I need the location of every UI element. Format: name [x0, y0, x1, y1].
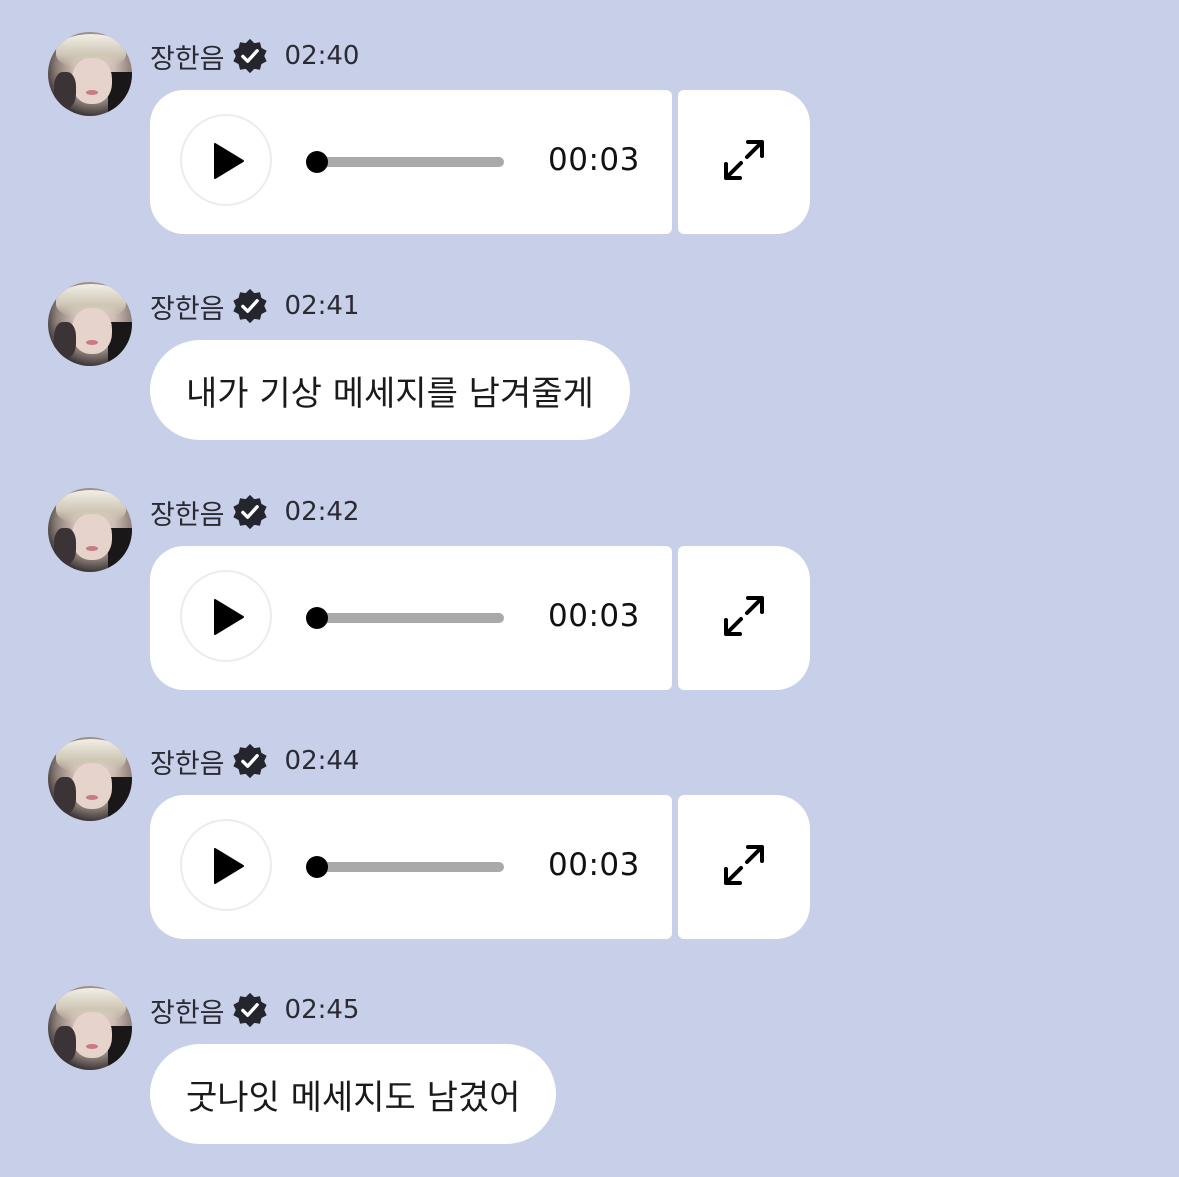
- verified-badge-icon: [232, 38, 267, 74]
- message-header: 장한음 02:44: [150, 741, 359, 781]
- message-header: 장한음 02:45: [150, 990, 359, 1030]
- expand-button[interactable]: [678, 546, 810, 690]
- expand-icon: [724, 596, 764, 636]
- audio-progress-track[interactable]: [308, 157, 504, 167]
- avatar[interactable]: [48, 32, 132, 116]
- avatar[interactable]: [48, 737, 132, 821]
- sender-name: 장한음: [150, 748, 225, 780]
- sender-name: 장한음: [150, 43, 225, 75]
- message-time: 02:42: [284, 497, 360, 527]
- play-icon: [214, 848, 244, 884]
- expand-icon: [724, 140, 764, 180]
- play-button[interactable]: [180, 114, 272, 206]
- message-header: 장한음 02:42: [150, 492, 359, 532]
- verified-badge-icon: [232, 743, 267, 779]
- audio-progress-track[interactable]: [308, 862, 504, 872]
- expand-icon: [724, 845, 764, 885]
- avatar[interactable]: [48, 488, 132, 572]
- audio-player: 00:03: [150, 546, 672, 690]
- message-audio: 장한음 02:44 00:03: [0, 737, 1179, 947]
- message-time: 02:44: [284, 746, 360, 776]
- audio-progress-knob[interactable]: [306, 151, 328, 173]
- message-bubble[interactable]: 내가 기상 메세지를 남겨줄게: [150, 340, 630, 440]
- message-time: 02:40: [284, 41, 360, 71]
- message-audio: 장한음 02:42 00:03: [0, 488, 1179, 698]
- play-button[interactable]: [180, 570, 272, 662]
- message-bubble[interactable]: 굿나잇 메세지도 남겼어: [150, 1044, 557, 1144]
- play-icon: [214, 143, 244, 179]
- audio-duration: 00:03: [548, 598, 640, 634]
- message-text: 장한음 02:41 내가 기상 메세지를 남겨줄게: [0, 282, 1179, 442]
- audio-player: 00:03: [150, 795, 672, 939]
- play-button[interactable]: [180, 819, 272, 911]
- audio-duration: 00:03: [548, 142, 640, 178]
- verified-badge-icon: [232, 494, 267, 530]
- audio-progress-track[interactable]: [308, 613, 504, 623]
- verified-badge-icon: [232, 992, 267, 1028]
- audio-player: 00:03: [150, 90, 672, 234]
- message-time: 02:41: [284, 291, 360, 321]
- audio-progress-knob[interactable]: [306, 856, 328, 878]
- message-text: 장한음 02:45 굿나잇 메세지도 남겼어: [0, 986, 1179, 1146]
- message-time: 02:45: [284, 995, 360, 1025]
- verified-badge-icon: [232, 288, 267, 324]
- expand-button[interactable]: [678, 90, 810, 234]
- message-header: 장한음 02:41: [150, 286, 359, 326]
- avatar[interactable]: [48, 282, 132, 366]
- audio-duration: 00:03: [548, 847, 640, 883]
- sender-name: 장한음: [150, 997, 225, 1029]
- message-header: 장한음 02:40: [150, 36, 359, 76]
- expand-button[interactable]: [678, 795, 810, 939]
- play-icon: [214, 599, 244, 635]
- message-audio: 장한음 02:40 00:03: [0, 32, 1179, 242]
- avatar[interactable]: [48, 986, 132, 1070]
- sender-name: 장한음: [150, 499, 225, 531]
- sender-name: 장한음: [150, 293, 225, 325]
- audio-progress-knob[interactable]: [306, 607, 328, 629]
